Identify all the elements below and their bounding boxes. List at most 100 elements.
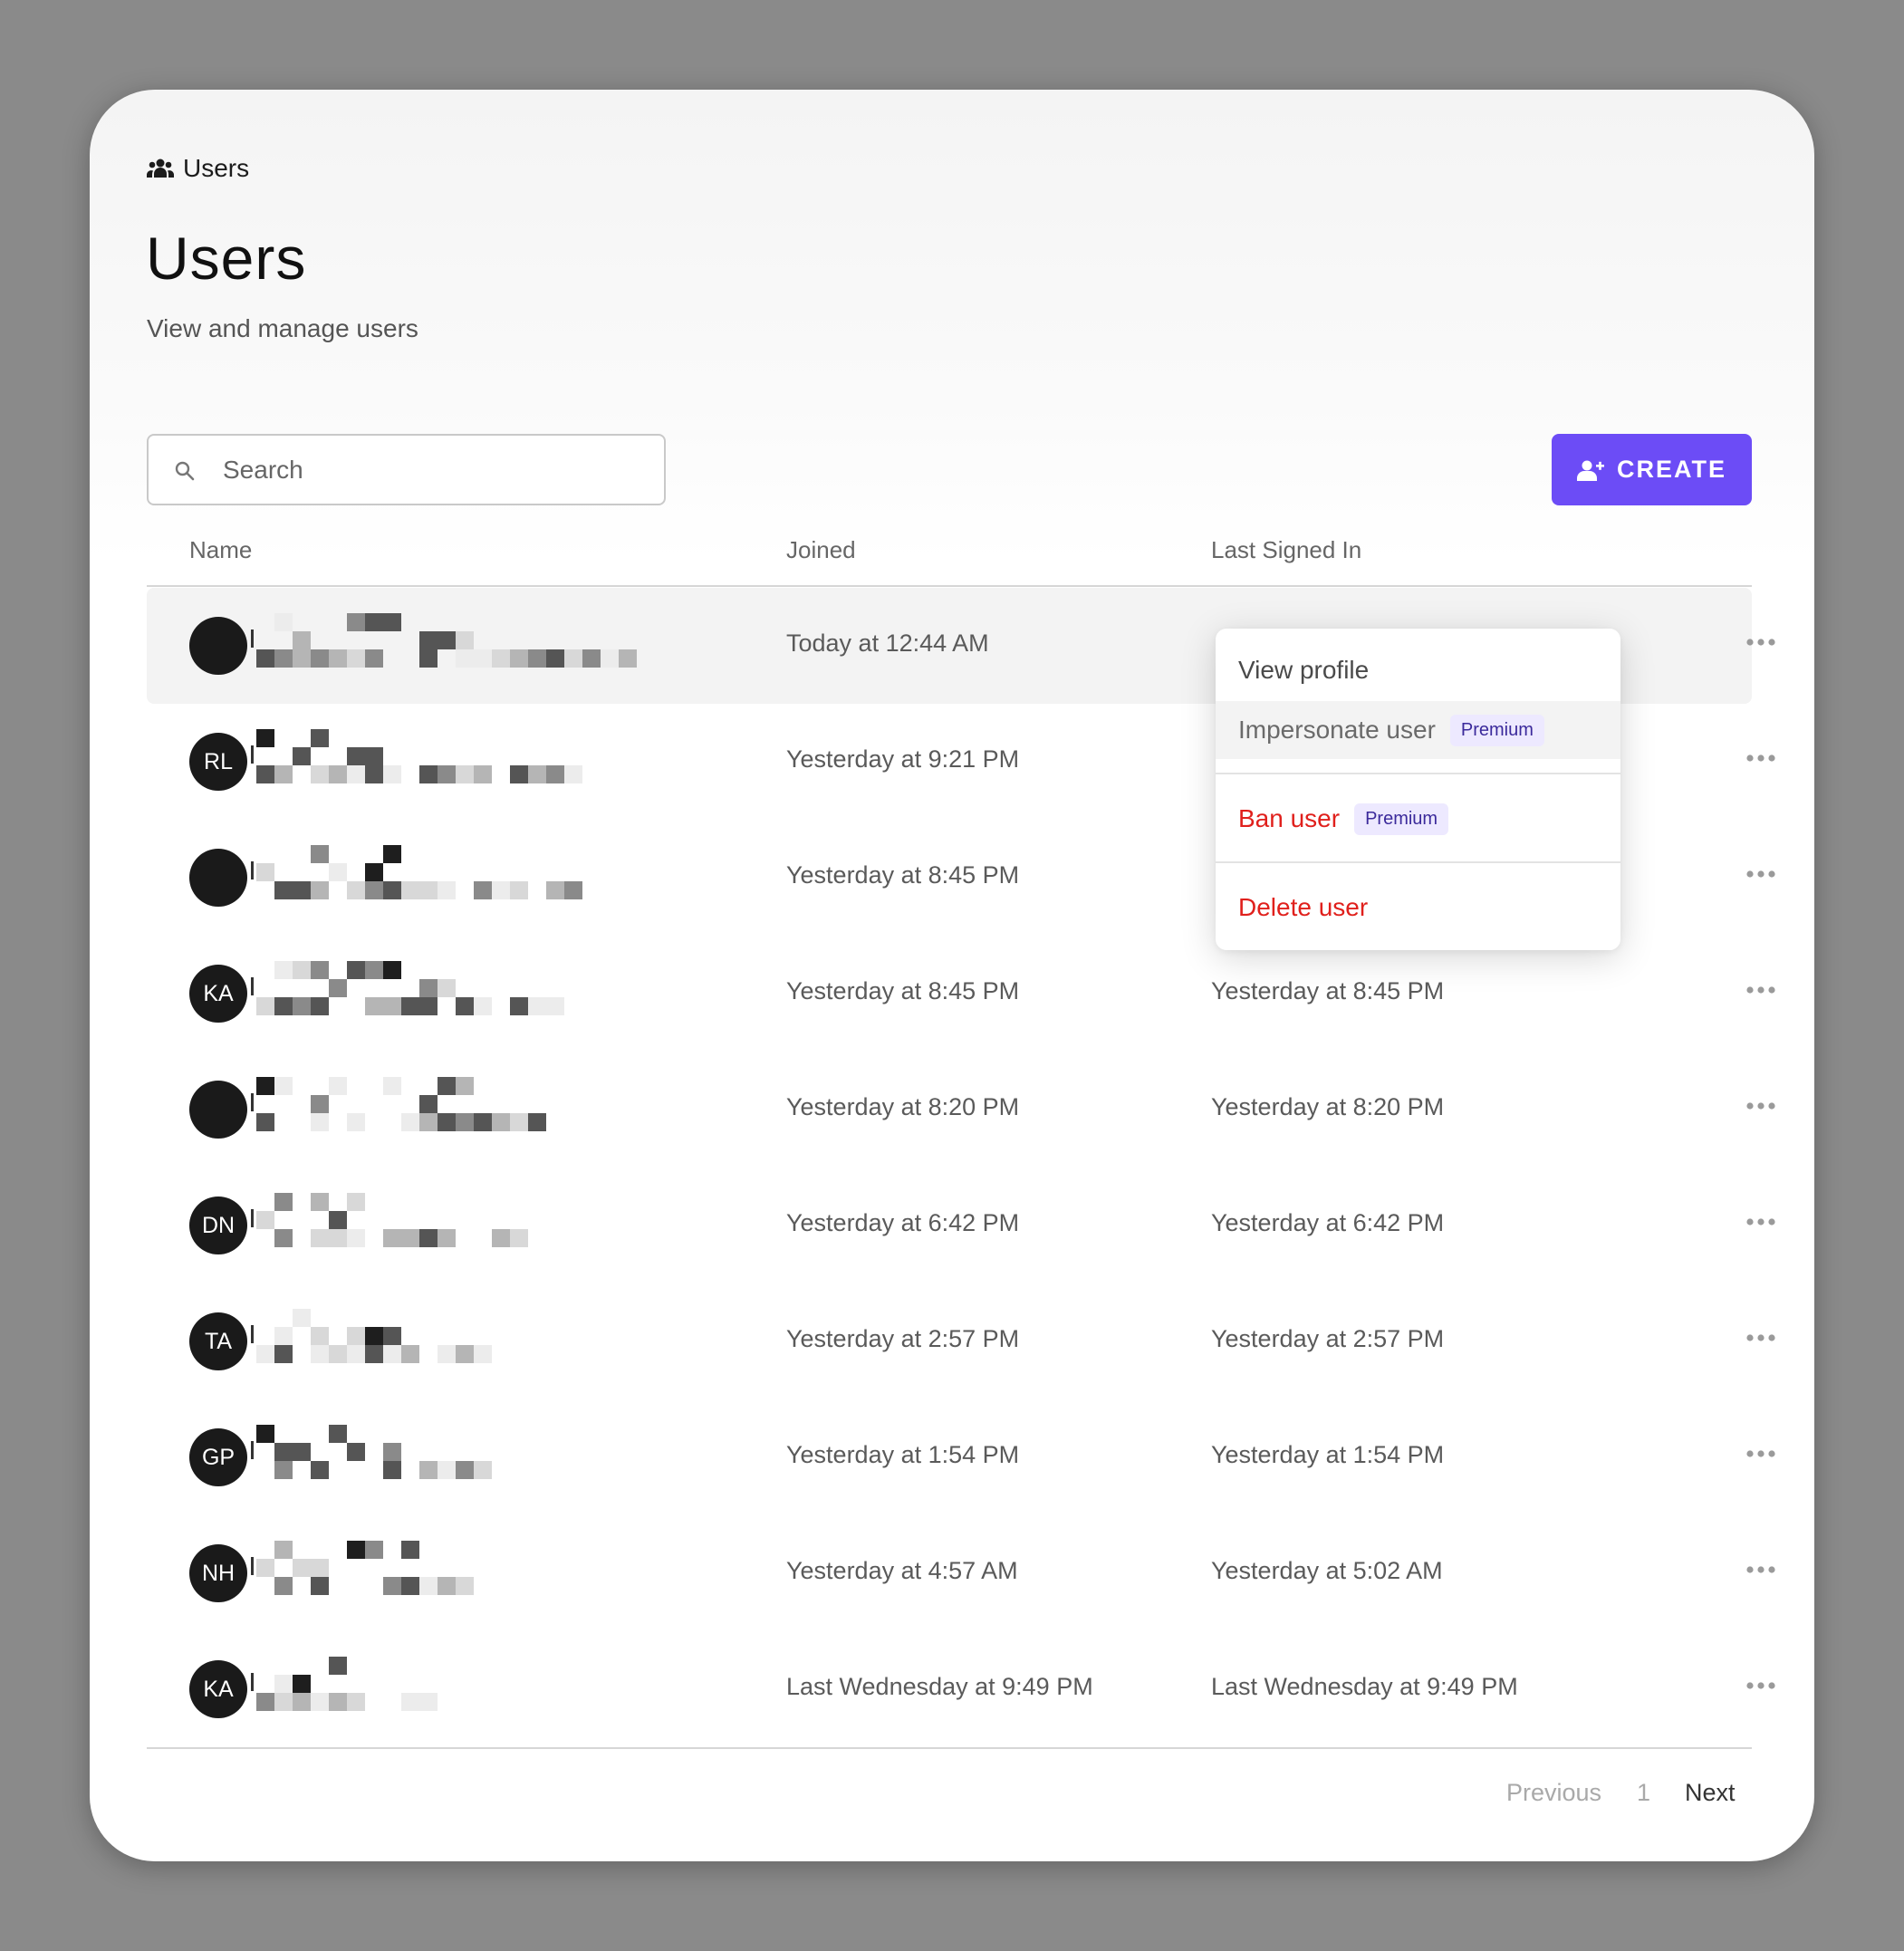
redacted-pixel	[329, 1693, 347, 1711]
redacted-pixel	[419, 997, 438, 1015]
row-actions-button[interactable]	[1745, 1095, 1776, 1117]
redacted-pixel	[311, 1461, 329, 1479]
row-actions-button[interactable]	[1745, 1675, 1776, 1696]
column-header-name[interactable]: Name	[189, 536, 252, 564]
redacted-user-info	[251, 1657, 668, 1722]
redacted-user-info	[251, 1193, 668, 1258]
table-row[interactable]: KA Last Wednesday at 9:49 PM Last Wednes…	[147, 1631, 1775, 1747]
table-row[interactable]: KA Yesterday at 8:45 PM Yesterday at 8:4…	[147, 936, 1775, 1052]
table-row[interactable]: Yesterday at 8:20 PM Yesterday at 8:20 P…	[147, 1052, 1775, 1168]
redacted-pixel	[329, 1211, 347, 1229]
dot	[1757, 1218, 1765, 1225]
redacted-pixel	[365, 747, 383, 765]
menu-item-delete-user[interactable]: Delete user	[1216, 879, 1620, 937]
dot	[1757, 1102, 1765, 1110]
avatar: RL	[189, 733, 247, 791]
menu-item-view-profile[interactable]: View profile	[1216, 641, 1620, 699]
redacted-pixel	[438, 1229, 456, 1247]
redacted-pixel	[365, 961, 383, 979]
next-page-button[interactable]: Next	[1685, 1779, 1736, 1807]
dot	[1746, 986, 1754, 994]
joined-cell: Yesterday at 1:54 PM	[786, 1441, 1020, 1468]
breadcrumb[interactable]: Users	[147, 154, 249, 183]
text-cursor	[251, 630, 254, 648]
menu-divider	[1216, 773, 1620, 774]
joined-cell: Yesterday at 8:45 PM	[786, 861, 1020, 889]
redacted-pixel	[311, 1327, 329, 1345]
redacted-pixel	[401, 1693, 419, 1711]
row-actions-button[interactable]	[1745, 1211, 1776, 1233]
joined-cell: Last Wednesday at 9:49 PM	[786, 1673, 1093, 1700]
redacted-pixel	[564, 765, 582, 783]
redacted-pixel	[293, 1309, 311, 1327]
view-profile-label: View profile	[1238, 656, 1370, 684]
redacted-pixel	[383, 1461, 401, 1479]
redacted-user-info	[251, 729, 668, 794]
redacted-pixel	[456, 1077, 474, 1095]
text-cursor	[251, 1557, 254, 1575]
column-header-last-signed-in[interactable]: Last Signed In	[1211, 536, 1361, 564]
redacted-pixel	[256, 729, 274, 747]
redacted-pixel	[329, 979, 347, 997]
table-row[interactable]: NH Yesterday at 4:57 AM Yesterday at 5:0…	[147, 1515, 1775, 1631]
redacted-pixel	[456, 631, 474, 649]
redacted-pixel	[419, 649, 438, 668]
column-header-joined[interactable]: Joined	[786, 536, 856, 564]
redacted-pixel	[383, 845, 401, 863]
user-actions-menu: View profile Impersonate user Premium Ba…	[1216, 629, 1620, 950]
redacted-pixel	[510, 1113, 528, 1131]
redacted-pixel	[383, 1577, 401, 1595]
row-actions-button[interactable]	[1745, 863, 1776, 885]
dot	[1757, 1566, 1765, 1573]
redacted-pixel	[256, 1425, 274, 1443]
table-footer-divider	[147, 1747, 1752, 1749]
redacted-pixel	[274, 1345, 293, 1363]
joined-cell: Yesterday at 8:20 PM	[786, 1093, 1020, 1120]
redacted-pixel	[438, 1345, 456, 1363]
create-user-button[interactable]: CREATE	[1552, 434, 1752, 505]
row-actions-button[interactable]	[1745, 1559, 1776, 1581]
dot	[1757, 870, 1765, 878]
joined-cell: Yesterday at 2:57 PM	[786, 1325, 1020, 1352]
redacted-pixel	[401, 1541, 419, 1559]
redacted-pixel	[492, 649, 510, 668]
redacted-pixel	[419, 1095, 438, 1113]
dot	[1768, 1334, 1775, 1341]
table-row[interactable]: TA Yesterday at 2:57 PM Yesterday at 2:5…	[147, 1283, 1775, 1399]
menu-item-impersonate-user[interactable]: Impersonate user Premium	[1216, 701, 1620, 759]
row-actions-button[interactable]	[1745, 747, 1776, 769]
current-page-number[interactable]: 1	[1637, 1779, 1650, 1807]
row-actions-button[interactable]	[1745, 1443, 1776, 1465]
last-signed-in-cell: Last Wednesday at 9:49 PM	[1211, 1673, 1518, 1700]
row-actions-button[interactable]	[1745, 1327, 1776, 1349]
redacted-pixel	[383, 961, 401, 979]
dot	[1746, 1334, 1754, 1341]
avatar: DN	[189, 1197, 247, 1254]
redacted-pixel	[456, 1577, 474, 1595]
redacted-pixels	[251, 845, 582, 899]
redacted-pixel	[365, 765, 383, 783]
redacted-pixel	[311, 1193, 329, 1211]
row-actions-button[interactable]	[1745, 979, 1776, 1001]
search-input[interactable]	[221, 454, 641, 485]
redacted-pixel	[456, 1345, 474, 1363]
table-row[interactable]: GP Yesterday at 1:54 PM Yesterday at 1:5…	[147, 1399, 1775, 1515]
redacted-pixel	[293, 649, 311, 668]
avatar: KA	[189, 1660, 247, 1718]
redacted-pixel	[564, 881, 582, 899]
text-cursor	[251, 745, 254, 764]
redacted-pixel	[311, 649, 329, 668]
redacted-pixel	[419, 881, 438, 899]
dot	[1746, 1102, 1754, 1110]
redacted-pixel	[311, 1345, 329, 1363]
table-row[interactable]: DN Yesterday at 6:42 PM Yesterday at 6:4…	[147, 1168, 1775, 1283]
redacted-pixel	[528, 649, 546, 668]
menu-item-ban-user[interactable]: Ban user Premium	[1216, 790, 1620, 848]
more-horizontal-icon	[1746, 1566, 1775, 1573]
row-actions-button[interactable]	[1745, 631, 1776, 653]
previous-page-button[interactable]: Previous	[1506, 1779, 1601, 1807]
avatar: NH	[189, 1544, 247, 1602]
text-cursor	[251, 1093, 254, 1111]
redacted-pixel	[347, 1113, 365, 1131]
redacted-pixel	[256, 1345, 274, 1363]
